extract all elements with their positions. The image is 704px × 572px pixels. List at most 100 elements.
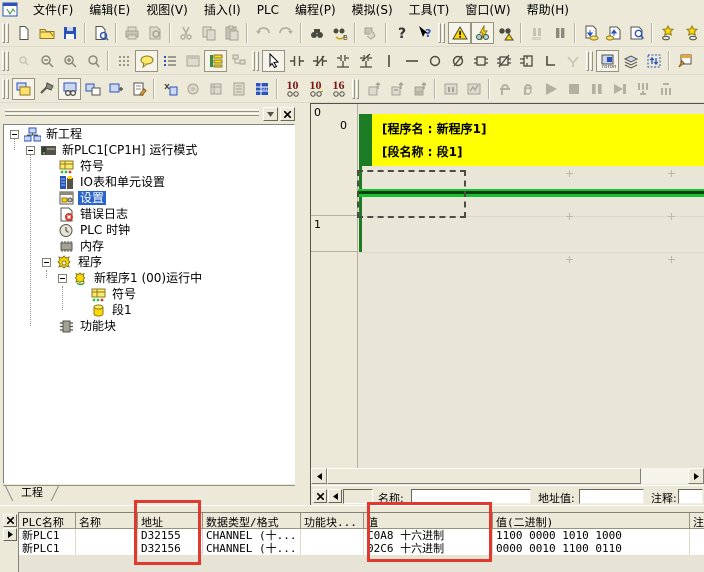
watch-expand-icon[interactable] bbox=[3, 528, 17, 541]
new-closed-or-contact-button[interactable] bbox=[354, 50, 377, 72]
context-help-button[interactable]: ? bbox=[413, 22, 436, 44]
cell-plc-name[interactable]: 新PLC1 bbox=[19, 529, 76, 542]
menu-tools[interactable]: 工具(T) bbox=[401, 0, 458, 20]
new-coil-button[interactable] bbox=[423, 50, 446, 72]
toolbar-grip[interactable] bbox=[586, 51, 594, 71]
monitor-hex-button[interactable]: 16 bbox=[327, 78, 350, 100]
view-diagram-button[interactable] bbox=[89, 22, 112, 44]
tree-item-label[interactable]: 新工程 bbox=[44, 127, 84, 141]
new-closed-contact-button[interactable] bbox=[308, 50, 331, 72]
footer-close-icon[interactable] bbox=[313, 489, 327, 503]
collapse-icon[interactable] bbox=[42, 258, 51, 267]
menu-view[interactable]: 视图(V) bbox=[138, 0, 196, 20]
footer-back-icon[interactable] bbox=[328, 489, 342, 503]
zoom-in-button[interactable] bbox=[58, 50, 81, 72]
tree-item-settings[interactable]: 设置 bbox=[58, 190, 106, 206]
cell-datatype[interactable]: CHANNEL (十... bbox=[203, 542, 301, 555]
tree-item-label[interactable]: 段1 bbox=[110, 303, 134, 317]
comment-toggle-button[interactable] bbox=[135, 50, 158, 72]
tree-item-program1[interactable]: 新程序1 (00)运行中 bbox=[58, 270, 204, 286]
toolbar-grip[interactable] bbox=[2, 23, 10, 43]
cell-datatype[interactable]: CHANNEL (十... bbox=[203, 529, 301, 542]
tree-item-section1[interactable]: 段1 bbox=[90, 302, 134, 318]
ladder-horizontal-scrollbar[interactable] bbox=[311, 468, 704, 484]
open-button[interactable] bbox=[35, 22, 58, 44]
tree-item-symbols[interactable]: 符号 bbox=[58, 158, 106, 174]
cross-reference-window-button[interactable] bbox=[81, 78, 104, 100]
tree-item-label[interactable]: 功能块 bbox=[78, 319, 118, 333]
transfer-from-plc-button[interactable] bbox=[602, 22, 625, 44]
tree-item-function-blocks[interactable]: 功能块 bbox=[58, 318, 118, 334]
zoom-100-button[interactable] bbox=[81, 50, 104, 72]
layers-button[interactable] bbox=[619, 50, 642, 72]
monitor-check-button[interactable] bbox=[494, 22, 517, 44]
tree-item-error-log[interactable]: 错误日志 bbox=[58, 206, 130, 222]
menu-insert[interactable]: 插入(I) bbox=[196, 0, 249, 20]
new-function-block-button[interactable] bbox=[515, 50, 538, 72]
tree-item-label[interactable]: 符号 bbox=[78, 159, 106, 173]
rung-1-margin-cell[interactable]: 1 bbox=[311, 216, 357, 252]
new-or-contact-button[interactable] bbox=[331, 50, 354, 72]
rung-comment-block[interactable]: [程序名 : 新程序1] [段名称 : 段1] bbox=[372, 114, 704, 166]
replace-button[interactable]: B bbox=[328, 22, 351, 44]
tree-item-label[interactable]: IO表和单元设置 bbox=[78, 175, 167, 189]
collapse-icon[interactable] bbox=[58, 274, 67, 283]
help-button[interactable]: ? bbox=[390, 22, 413, 44]
col-datatype[interactable]: 数据类型/格式 bbox=[203, 513, 301, 529]
compile-check-button[interactable] bbox=[448, 22, 471, 44]
tree-item-memory[interactable]: 内存 bbox=[58, 238, 106, 254]
horizontal-line-button[interactable] bbox=[400, 50, 423, 72]
properties-pad-button[interactable] bbox=[127, 78, 150, 100]
transfer-to-plc-button[interactable] bbox=[579, 22, 602, 44]
tree-item-label[interactable]: 内存 bbox=[78, 239, 106, 253]
tree-item-program-symbols[interactable]: 符号 bbox=[90, 286, 138, 302]
cell-value-binary[interactable]: 1100 0000 1010 1000 bbox=[493, 529, 690, 542]
tree-item-project[interactable]: 新工程 bbox=[10, 126, 84, 142]
tree-item-label[interactable]: PLC 时钟 bbox=[78, 223, 132, 237]
address-value-input[interactable] bbox=[579, 489, 644, 504]
tree-item-label[interactable]: 符号 bbox=[110, 287, 138, 301]
address-reference-button[interactable] bbox=[642, 50, 665, 72]
workspace-window-button[interactable] bbox=[12, 78, 35, 100]
save-button[interactable] bbox=[58, 22, 81, 44]
new-closed-instruction-button[interactable] bbox=[492, 50, 515, 72]
rung-annotation-button[interactable] bbox=[158, 50, 181, 72]
new-contact-button[interactable] bbox=[285, 50, 308, 72]
menu-program[interactable]: 编程(P) bbox=[287, 0, 344, 20]
tree-item-label[interactable]: 新PLC1[CP1H] 运行模式 bbox=[60, 143, 199, 157]
cross-reference-report-button[interactable] bbox=[158, 78, 181, 100]
col-comment[interactable]: 注 bbox=[690, 513, 704, 529]
tree-item-label[interactable]: 程序 bbox=[76, 255, 104, 269]
ladder-cursor[interactable] bbox=[357, 170, 466, 218]
ladder-view-button[interactable] bbox=[204, 50, 227, 72]
watch-close-icon[interactable] bbox=[3, 514, 17, 527]
pane-menu-button[interactable] bbox=[263, 107, 278, 121]
tab-project[interactable]: 工程 bbox=[9, 486, 55, 501]
col-plc-name[interactable]: PLC名称 bbox=[19, 513, 76, 529]
toolbar-grip[interactable] bbox=[2, 79, 10, 99]
tree-item-plc-clock[interactable]: PLC 时钟 bbox=[58, 222, 132, 238]
cell-fb[interactable] bbox=[301, 542, 364, 555]
toolbar-grip[interactable] bbox=[252, 51, 260, 71]
data-trace-button[interactable] bbox=[656, 22, 679, 44]
monitor-decimal-button[interactable]: 10 bbox=[281, 78, 304, 100]
zoom-out-button[interactable] bbox=[35, 50, 58, 72]
toolbar-grip[interactable] bbox=[352, 79, 360, 99]
rung-0-margin-cell[interactable]: 0 0 bbox=[311, 104, 357, 216]
menu-help[interactable]: 帮助(H) bbox=[519, 0, 577, 20]
pause-button[interactable] bbox=[548, 22, 571, 44]
cell-name[interactable] bbox=[76, 529, 138, 542]
tree-item-programs[interactable]: 程序 bbox=[42, 254, 104, 270]
new-closed-coil-button[interactable] bbox=[446, 50, 469, 72]
tree-item-label[interactable]: 设置 bbox=[78, 191, 106, 205]
scroll-right-icon[interactable] bbox=[688, 468, 704, 484]
watch-row[interactable]: 新PLC1 D32156 CHANNEL (十... 02C6 十六进制 000… bbox=[19, 542, 704, 555]
collapse-icon[interactable] bbox=[26, 146, 35, 155]
comment-input[interactable] bbox=[678, 489, 703, 504]
output-window-button[interactable] bbox=[35, 78, 58, 100]
menu-edit[interactable]: 编辑(E) bbox=[81, 0, 138, 20]
cell-value-binary[interactable]: 0000 0010 1100 0110 bbox=[493, 542, 690, 555]
time-chart-monitor-button[interactable] bbox=[679, 22, 702, 44]
tree-item-plc[interactable]: 新PLC1[CP1H] 运行模式 bbox=[26, 142, 199, 158]
new-button[interactable] bbox=[12, 22, 35, 44]
